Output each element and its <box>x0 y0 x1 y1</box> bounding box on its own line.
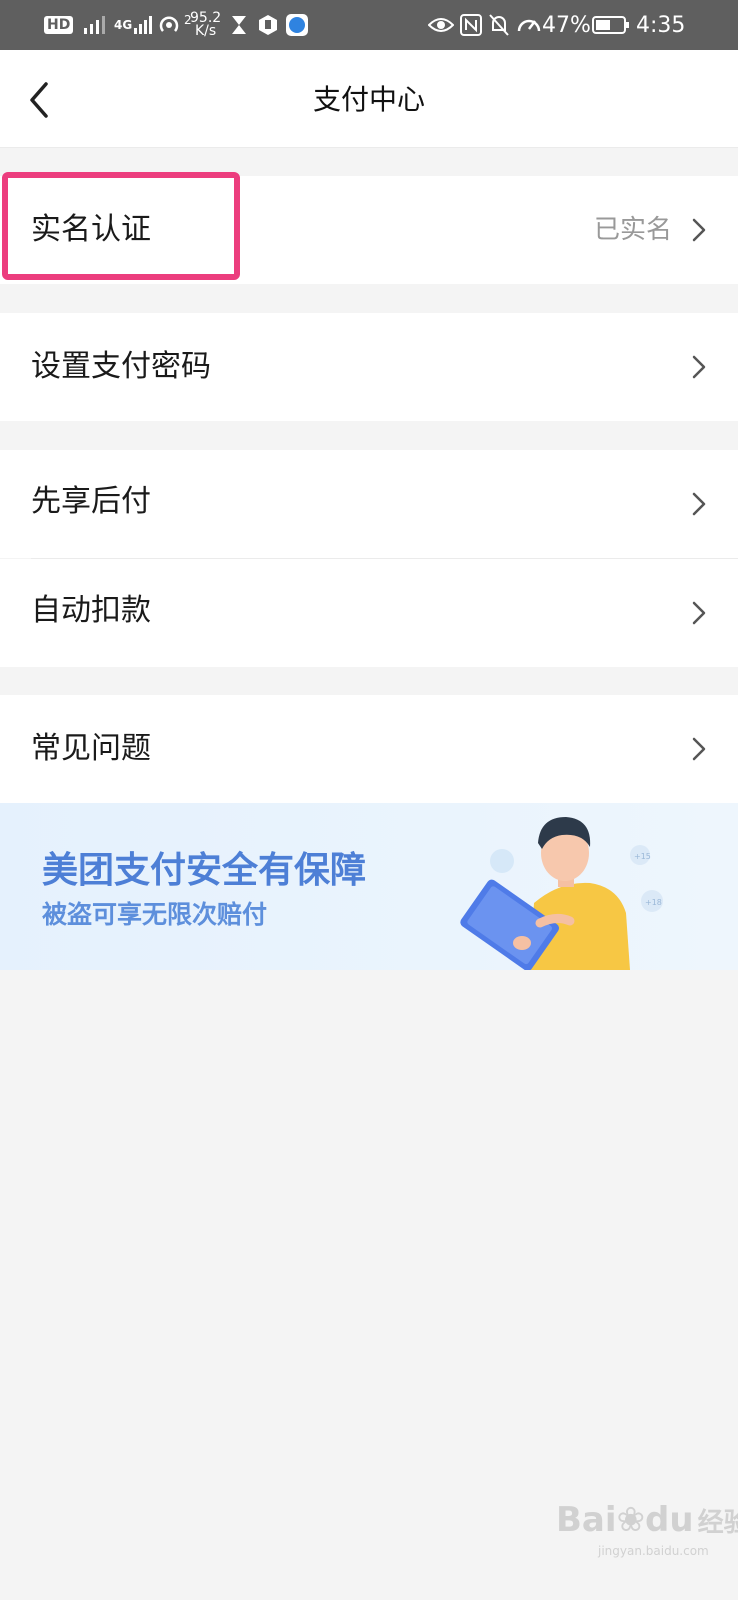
menu-item-label: 先享后付 <box>31 484 151 519</box>
clock-text: 4:35 <box>636 12 686 38</box>
chevron-right-icon <box>692 737 706 761</box>
speed-indicator: 95.2 K/s <box>190 0 221 50</box>
app-globe-icon <box>285 0 309 50</box>
hd-label: HD <box>44 16 74 34</box>
chevron-right-icon <box>692 355 706 379</box>
menu-item-pay-later[interactable]: 先享后付 <box>0 450 738 558</box>
menu-item-set-password[interactable]: 设置支付密码 <box>0 313 738 421</box>
signal-4g-icon: 4G <box>114 0 154 50</box>
menu-item-label: 设置支付密码 <box>31 349 211 384</box>
banner-title: 美团支付安全有保障 <box>42 850 367 891</box>
nav-bar: 支付中心 <box>0 50 738 148</box>
hd-icon: HD <box>44 0 74 50</box>
bubble-1-text: +15 <box>634 852 651 861</box>
watermark-brand-suffix: du <box>645 1500 694 1540</box>
watermark-url: jingyan.baidu.com <box>598 1544 709 1558</box>
eye-icon <box>428 0 454 50</box>
paw-icon: ❀ <box>616 1500 646 1540</box>
signal-icon <box>82 0 108 50</box>
battery-percent-text: 47% <box>542 12 591 38</box>
watermark-brand: Bai <box>556 1500 617 1540</box>
chevron-right-icon <box>692 601 706 625</box>
clock: 4:35 <box>636 0 685 50</box>
real-name-status: 已实名 <box>593 215 672 245</box>
status-bar: HD 4G 2 95.2 K/s 47% 4:35 <box>0 0 738 50</box>
battery-percent: 47% <box>542 0 591 50</box>
hourglass-icon <box>230 0 248 50</box>
mute-bell-icon <box>488 0 510 50</box>
menu-item-auto-debit[interactable]: 自动扣款 <box>0 559 738 667</box>
chevron-right-icon <box>692 492 706 516</box>
page-title: 支付中心 <box>312 83 425 116</box>
banner-subtitle: 被盗可享无限次赔付 <box>42 900 268 929</box>
security-banner[interactable]: 美团支付安全有保障 被盗可享无限次赔付 +15 +18 <box>0 803 738 970</box>
menu-item-label: 常见问题 <box>31 731 151 766</box>
menu-item-label: 自动扣款 <box>31 593 151 628</box>
person-with-tablet-illustration: +15 +18 <box>460 817 663 970</box>
hotspot-icon: 2 <box>156 0 192 50</box>
menu-item-faq[interactable]: 常见问题 <box>0 695 738 803</box>
watermark-product: 经验 <box>697 1508 738 1538</box>
network-4g-label: 4G <box>114 17 133 32</box>
battery-icon <box>592 0 630 50</box>
baidu-watermark: Bai❀du 经验 <box>556 1500 738 1540</box>
highlight-box <box>2 172 240 280</box>
bubble-2-text: +18 <box>645 898 662 907</box>
chevron-right-icon <box>692 218 706 242</box>
nfc-icon <box>460 0 482 50</box>
speedometer-icon <box>516 0 542 50</box>
hand-icon <box>256 0 280 50</box>
speed-unit: K/s <box>194 23 217 39</box>
